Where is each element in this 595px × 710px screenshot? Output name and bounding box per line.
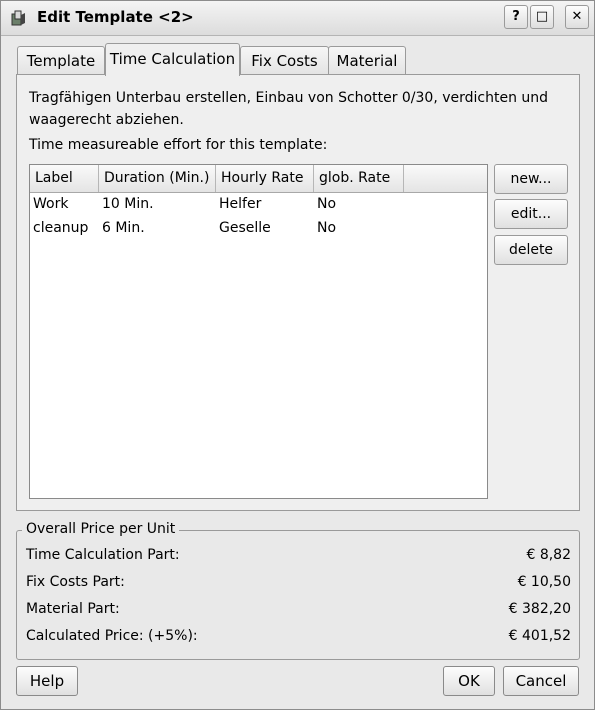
close-icon: ✕ bbox=[571, 9, 583, 24]
price-row-material: Material Part: € 382,20 bbox=[26, 601, 571, 623]
edit-template-dialog: Edit Template <2> ? □ ✕ Template Time Ca… bbox=[0, 0, 595, 710]
row-duration: 10 Min. bbox=[102, 196, 154, 212]
list-label: Time measureable effort for this templat… bbox=[29, 137, 328, 153]
price-row-fix-costs: Fix Costs Part: € 10,50 bbox=[26, 574, 571, 596]
price-value: € 382,20 bbox=[508, 601, 571, 617]
column-header-hourly-rate[interactable]: Hourly Rate bbox=[216, 165, 314, 192]
tab-template[interactable]: Template bbox=[17, 46, 105, 75]
app-icon bbox=[11, 10, 25, 26]
row-label: cleanup bbox=[33, 220, 89, 236]
overall-price-group: Overall Price per Unit Time Calculation … bbox=[16, 521, 580, 660]
close-button[interactable]: ✕ bbox=[565, 5, 589, 29]
cancel-button[interactable]: Cancel bbox=[503, 666, 579, 696]
edit-button[interactable]: edit... bbox=[494, 199, 568, 229]
maximize-button[interactable]: □ bbox=[530, 5, 554, 29]
tab-fix-costs[interactable]: Fix Costs bbox=[240, 46, 329, 75]
maximize-icon: □ bbox=[535, 9, 549, 24]
time-calc-list[interactable]: Label Duration (Min.) Hourly Rate glob. … bbox=[29, 164, 488, 499]
row-duration: 6 Min. bbox=[102, 220, 145, 236]
row-label: Work bbox=[33, 196, 69, 212]
new-button[interactable]: new... bbox=[494, 164, 568, 194]
price-row-time: Time Calculation Part: € 8,82 bbox=[26, 547, 571, 569]
help-button[interactable]: Help bbox=[16, 666, 78, 696]
price-row-calculated: Calculated Price: (+5%): € 401,52 bbox=[26, 628, 571, 650]
table-row[interactable]: cleanup 6 Min. Geselle No bbox=[30, 216, 487, 240]
title-bar[interactable]: Edit Template <2> ? □ ✕ bbox=[1, 1, 594, 36]
list-header: Label Duration (Min.) Hourly Rate glob. … bbox=[30, 165, 487, 193]
table-row[interactable]: Work 10 Min. Helfer No bbox=[30, 192, 487, 216]
price-label: Material Part: bbox=[26, 601, 120, 617]
column-header-label[interactable]: Label bbox=[30, 165, 99, 192]
time-calculation-panel: Tragfähigen Unterbau erstellen, Einbau v… bbox=[16, 74, 580, 511]
row-hourly-rate: Helfer bbox=[219, 196, 262, 212]
help-icon: ? bbox=[512, 9, 520, 24]
price-label: Fix Costs Part: bbox=[26, 574, 125, 590]
row-glob-rate: No bbox=[317, 196, 337, 212]
price-label: Time Calculation Part: bbox=[26, 547, 180, 563]
group-title: Overall Price per Unit bbox=[22, 521, 180, 537]
row-hourly-rate: Geselle bbox=[219, 220, 271, 236]
context-help-button[interactable]: ? bbox=[504, 5, 528, 29]
price-value: € 8,82 bbox=[526, 547, 571, 563]
price-value: € 10,50 bbox=[517, 574, 571, 590]
ok-button[interactable]: OK bbox=[443, 666, 495, 696]
window-title: Edit Template <2> bbox=[37, 8, 194, 26]
template-description: Tragfähigen Unterbau erstellen, Einbau v… bbox=[29, 90, 549, 128]
price-value: € 401,52 bbox=[508, 628, 571, 644]
column-header-glob-rate[interactable]: glob. Rate bbox=[314, 165, 404, 192]
tab-material[interactable]: Material bbox=[328, 46, 406, 75]
row-glob-rate: No bbox=[317, 220, 337, 236]
price-label: Calculated Price: (+5%): bbox=[26, 628, 198, 644]
delete-button[interactable]: delete bbox=[494, 235, 568, 265]
column-header-duration[interactable]: Duration (Min.) bbox=[99, 165, 216, 192]
tab-time-calculation[interactable]: Time Calculation bbox=[105, 43, 240, 76]
